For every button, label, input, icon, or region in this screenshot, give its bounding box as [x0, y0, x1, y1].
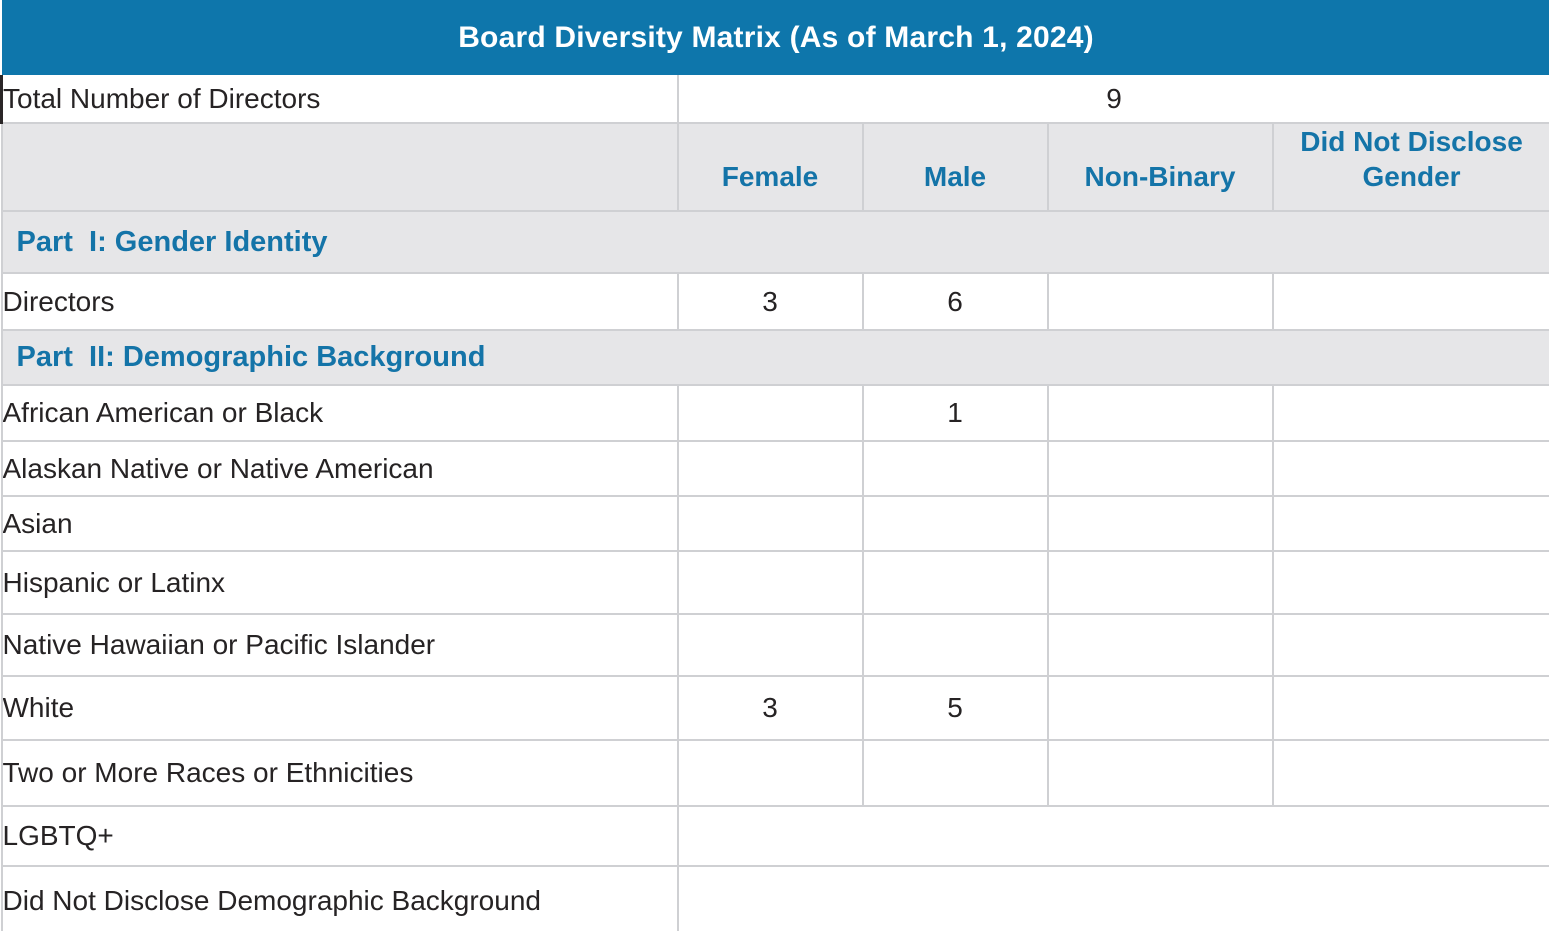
cell-value — [1048, 273, 1273, 330]
row-label: Did Not Disclose Demographic Background — [2, 866, 678, 931]
cell-value — [1273, 614, 1549, 676]
cell-value — [678, 496, 863, 551]
cell-value — [863, 441, 1048, 496]
total-directors-row: Total Number of Directors 9 — [2, 75, 1549, 123]
column-header-did-not-disclose-gender: Did Not Disclose Gender — [1273, 123, 1549, 211]
cell-value — [1273, 551, 1549, 614]
part1-heading: Part I: Gender Identity — [2, 211, 1549, 273]
table-row-alaskan-native: Alaskan Native or Native American — [2, 441, 1549, 496]
cell-value — [1048, 614, 1273, 676]
cell-value — [1048, 551, 1273, 614]
corner-cell — [2, 123, 678, 211]
table-row-did-not-disclose-background: Did Not Disclose Demographic Background — [2, 866, 1549, 931]
merged-empty-cell — [678, 806, 1549, 866]
cell-value — [1048, 385, 1273, 441]
cell-value — [1273, 441, 1549, 496]
cell-value — [863, 496, 1048, 551]
row-label: Directors — [2, 273, 678, 330]
table-row-directors: Directors 3 6 — [2, 273, 1549, 330]
cell-value — [863, 614, 1048, 676]
total-directors-value: 9 — [678, 75, 1549, 123]
row-label: African American or Black — [2, 385, 678, 441]
cell-value: 3 — [678, 676, 863, 740]
part1-heading-row: Part I: Gender Identity — [2, 211, 1549, 273]
cell-value — [1048, 441, 1273, 496]
row-label: Asian — [2, 496, 678, 551]
cell-value — [1273, 496, 1549, 551]
cell-value: 1 — [863, 385, 1048, 441]
row-label: Alaskan Native or Native American — [2, 441, 678, 496]
row-label: Hispanic or Latinx — [2, 551, 678, 614]
column-header-nonbinary: Non-Binary — [1048, 123, 1273, 211]
column-header-female: Female — [678, 123, 863, 211]
row-label: LGBTQ+ — [2, 806, 678, 866]
board-diversity-table: Board Diversity Matrix (As of March 1, 2… — [0, 0, 1549, 931]
cell-value — [1048, 496, 1273, 551]
row-label: Native Hawaiian or Pacific Islander — [2, 614, 678, 676]
cell-value — [678, 441, 863, 496]
cell-value — [678, 614, 863, 676]
cell-value — [1273, 273, 1549, 330]
table-row-white: White 3 5 — [2, 676, 1549, 740]
table-title: Board Diversity Matrix (As of March 1, 2… — [2, 0, 1549, 75]
table-row-african-american: African American or Black 1 — [2, 385, 1549, 441]
cell-value: 5 — [863, 676, 1048, 740]
cell-value — [678, 385, 863, 441]
cell-value — [1048, 676, 1273, 740]
merged-empty-cell — [678, 866, 1549, 931]
cell-value — [1273, 676, 1549, 740]
board-diversity-matrix: Board Diversity Matrix (As of March 1, 2… — [0, 0, 1549, 931]
cell-value: 3 — [678, 273, 863, 330]
cell-value — [678, 551, 863, 614]
total-directors-label: Total Number of Directors — [2, 75, 678, 123]
cell-value — [678, 740, 863, 806]
cell-value — [863, 551, 1048, 614]
column-header-male: Male — [863, 123, 1048, 211]
part2-heading: Part II: Demographic Background — [2, 330, 1549, 385]
row-label: Two or More Races or Ethnicities — [2, 740, 678, 806]
cell-value — [1273, 740, 1549, 806]
part2-heading-row: Part II: Demographic Background — [2, 330, 1549, 385]
table-row-lgbtq: LGBTQ+ — [2, 806, 1549, 866]
cell-value: 6 — [863, 273, 1048, 330]
gender-header-row: Female Male Non-Binary Did Not Disclose … — [2, 123, 1549, 211]
table-row-native-hawaiian: Native Hawaiian or Pacific Islander — [2, 614, 1549, 676]
table-row-hispanic-latinx: Hispanic or Latinx — [2, 551, 1549, 614]
cell-value — [863, 740, 1048, 806]
table-row-asian: Asian — [2, 496, 1549, 551]
cell-value — [1048, 740, 1273, 806]
table-row-two-or-more: Two or More Races or Ethnicities — [2, 740, 1549, 806]
table-title-row: Board Diversity Matrix (As of March 1, 2… — [2, 0, 1549, 75]
cell-value — [1273, 385, 1549, 441]
row-label: White — [2, 676, 678, 740]
